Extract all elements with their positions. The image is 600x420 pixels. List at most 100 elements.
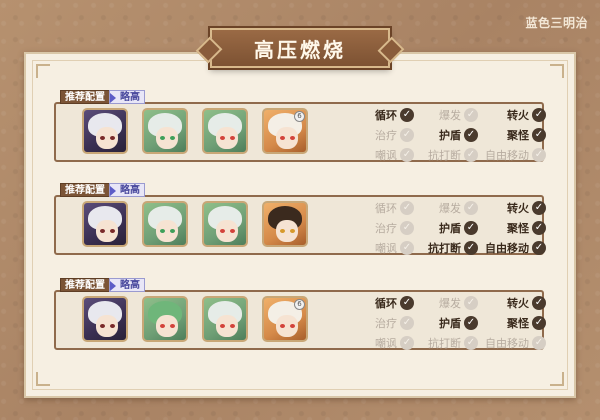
check-icon: ✓ (400, 108, 414, 122)
check-icon: ✓ (464, 221, 478, 235)
check-disabled-icon: ✓ (400, 201, 414, 215)
role-label: 抗打断 (428, 149, 461, 162)
role-label: 嘲讽 (375, 149, 397, 162)
check-disabled-icon: ✓ (464, 336, 478, 350)
team-card[interactable]: 推荐配置 略高 6 循环 ✓ 爆发 ✓ 转火 ✓ 治疗 ✓ 护盾 ✓ 聚怪 ✓ 嘲讽 ✓ 抗打断 ✓ 自由移动 ✓ (34, 90, 566, 162)
role-label: 循环 (375, 297, 397, 310)
role-item: 抗打断 ✓ (414, 334, 478, 352)
role-label: 转火 (507, 109, 529, 122)
role-label: 嘲讽 (375, 337, 397, 350)
role-item: 抗打断 ✓ (414, 146, 478, 164)
white-hair-green-eyes-character-icon[interactable] (142, 108, 188, 154)
role-item: 聚怪 ✓ (478, 219, 546, 237)
check-icon: ✓ (532, 108, 546, 122)
role-label: 聚怪 (507, 129, 529, 142)
role-item: 聚怪 ✓ (478, 314, 546, 332)
role-item: 嘲讽 ✓ (356, 334, 414, 352)
role-item: 爆发 ✓ (414, 106, 478, 124)
check-disabled-icon: ✓ (400, 336, 414, 350)
role-item: 转火 ✓ (478, 294, 546, 312)
role-label: 抗打断 (428, 337, 461, 350)
check-icon: ✓ (532, 221, 546, 235)
silver-hair-character-icon[interactable] (82, 201, 128, 247)
white-hair-orange-bg-character-icon[interactable]: 6 (262, 108, 308, 154)
silver-hair-character-icon[interactable] (82, 108, 128, 154)
role-grid: 循环 ✓ 爆发 ✓ 转火 ✓ 治疗 ✓ 护盾 ✓ 聚怪 ✓ 嘲讽 ✓ 抗打断 ✓ 自由移动 ✓ (356, 294, 546, 352)
check-disabled-icon: ✓ (400, 316, 414, 330)
role-label: 自由移动 (485, 337, 529, 350)
role-item: 治疗 ✓ (356, 314, 414, 332)
team-card[interactable]: 推荐配置 略高 6 循环 ✓ 爆发 ✓ 转火 ✓ 治疗 ✓ 护盾 ✓ 聚怪 ✓ 嘲讽 ✓ 抗打断 ✓ 自由移动 ✓ (34, 278, 566, 350)
role-label: 转火 (507, 297, 529, 310)
check-disabled-icon: ✓ (400, 148, 414, 162)
recommend-tag: 推荐配置 (60, 278, 110, 292)
role-item: 抗打断 ✓ (414, 239, 478, 257)
check-icon: ✓ (400, 296, 414, 310)
white-hair-green-eyes-character-icon[interactable] (142, 201, 188, 247)
check-disabled-icon: ✓ (464, 201, 478, 215)
white-hair-orange-bg-character-icon[interactable]: 6 (262, 296, 308, 342)
team-tags: 推荐配置 略高 (60, 183, 145, 197)
role-label: 循环 (375, 109, 397, 122)
check-disabled-icon: ✓ (400, 221, 414, 235)
role-label: 抗打断 (428, 242, 461, 255)
role-item: 自由移动 ✓ (478, 239, 546, 257)
role-label: 爆发 (439, 202, 461, 215)
role-item: 循环 ✓ (356, 199, 414, 217)
role-label: 嘲讽 (375, 242, 397, 255)
green-hair-glasses-character-icon[interactable] (142, 296, 188, 342)
role-item: 转火 ✓ (478, 199, 546, 217)
team-body: 6 循环 ✓ 爆发 ✓ 转火 ✓ 治疗 ✓ 护盾 ✓ 聚怪 ✓ 嘲讽 ✓ 抗打断 ✓ 自由移动 ✓ (48, 290, 550, 352)
role-grid: 循环 ✓ 爆发 ✓ 转火 ✓ 治疗 ✓ 护盾 ✓ 聚怪 ✓ 嘲讽 ✓ 抗打断 ✓ 自由移动 ✓ (356, 199, 546, 257)
role-item: 爆发 ✓ (414, 199, 478, 217)
title-banner: 高压燃烧 (210, 28, 390, 68)
character-list (82, 201, 308, 247)
role-label: 治疗 (375, 129, 397, 142)
role-label: 自由移动 (485, 149, 529, 162)
role-item: 护盾 ✓ (414, 314, 478, 332)
team-card[interactable]: 推荐配置 略高 循环 ✓ 爆发 ✓ 转火 ✓ 治疗 ✓ 护盾 ✓ 聚怪 ✓ 嘲讽 ✓ 抗打断 ✓ 自由移动 ✓ (34, 183, 566, 255)
role-label: 护盾 (439, 222, 461, 235)
role-label: 爆发 (439, 109, 461, 122)
level-tag: 略高 (109, 183, 145, 197)
recommend-tag: 推荐配置 (60, 90, 110, 104)
level-tag: 略高 (109, 278, 145, 292)
corner-ornament (36, 64, 50, 78)
watermark: 蓝色三明治 (525, 16, 588, 30)
role-grid: 循环 ✓ 爆发 ✓ 转火 ✓ 治疗 ✓ 护盾 ✓ 聚怪 ✓ 嘲讽 ✓ 抗打断 ✓ 自由移动 ✓ (356, 106, 546, 164)
role-item: 自由移动 ✓ (478, 146, 546, 164)
team-tags: 推荐配置 略高 (60, 90, 145, 104)
role-label: 护盾 (439, 317, 461, 330)
check-disabled-icon: ✓ (464, 108, 478, 122)
check-disabled-icon: ✓ (464, 296, 478, 310)
check-icon: ✓ (532, 316, 546, 330)
white-hair-red-eyes-character-icon[interactable] (202, 296, 248, 342)
role-label: 治疗 (375, 222, 397, 235)
white-hair-red-eyes-character-icon[interactable] (202, 108, 248, 154)
role-item: 循环 ✓ (356, 294, 414, 312)
role-item: 护盾 ✓ (414, 126, 478, 144)
role-item: 循环 ✓ (356, 106, 414, 124)
role-label: 循环 (375, 202, 397, 215)
team-tags: 推荐配置 略高 (60, 278, 145, 292)
role-label: 聚怪 (507, 222, 529, 235)
check-disabled-icon: ✓ (464, 148, 478, 162)
constellation-badge: 6 (294, 111, 305, 122)
role-item: 嘲讽 ✓ (356, 239, 414, 257)
check-disabled-icon: ✓ (400, 241, 414, 255)
dark-hair-amber-eyes-character-icon[interactable] (262, 201, 308, 247)
role-item: 转火 ✓ (478, 106, 546, 124)
corner-ornament (550, 372, 564, 386)
check-icon: ✓ (532, 128, 546, 142)
role-item: 自由移动 ✓ (478, 334, 546, 352)
role-label: 自由移动 (485, 242, 529, 255)
character-list: 6 (82, 108, 308, 154)
check-disabled-icon: ✓ (532, 336, 546, 350)
role-item: 嘲讽 ✓ (356, 146, 414, 164)
silver-hair-character-icon[interactable] (82, 296, 128, 342)
role-item: 聚怪 ✓ (478, 126, 546, 144)
role-item: 护盾 ✓ (414, 219, 478, 237)
white-hair-red-eyes-character-icon[interactable] (202, 201, 248, 247)
role-label: 爆发 (439, 297, 461, 310)
character-list: 6 (82, 296, 308, 342)
